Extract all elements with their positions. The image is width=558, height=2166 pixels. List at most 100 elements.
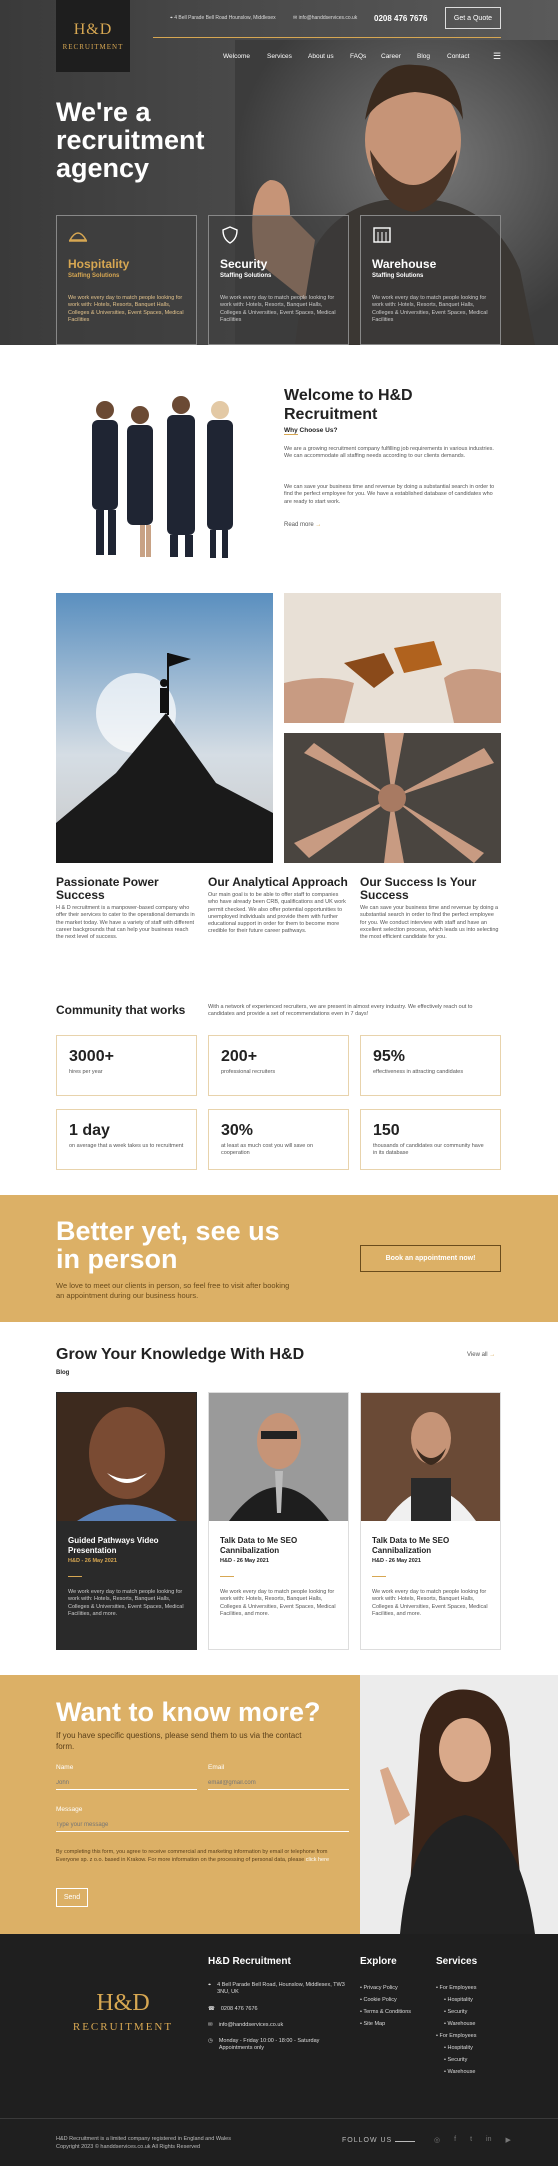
businessman-photo — [209, 1393, 348, 1521]
message-label: Message — [56, 1806, 83, 1813]
get-quote-button[interactable]: Get a Quote — [445, 7, 501, 29]
footer-link[interactable]: • For Employees — [436, 2030, 526, 2042]
cta-text: We love to meet our clients in person, s… — [56, 1281, 290, 1300]
mail-icon: ✉ — [208, 2022, 213, 2028]
footer-divider — [0, 2118, 558, 2119]
address-info: ⌖ 4 Bell Parade Bell Road Hounslow, Midd… — [170, 15, 276, 21]
footer-link[interactable]: • Warehouse — [436, 2066, 526, 2078]
email-field[interactable] — [208, 1776, 349, 1790]
feature-success: Our Success Is Your Success We can save … — [360, 876, 501, 941]
logo-subtext: RECRUITMENT — [62, 43, 124, 51]
blog-post-title: Guided Pathways Video Presentation — [68, 1536, 159, 1555]
arrow-right-icon: → — [489, 1352, 496, 1358]
follow-divider — [395, 2141, 415, 2142]
blog-post-title: Talk Data to Me SEO Cannibalization — [372, 1536, 450, 1555]
accent-line — [372, 1576, 386, 1577]
service-card-security[interactable]: Security Staffing Solutions We work ever… — [208, 215, 349, 345]
header-divider — [153, 37, 501, 38]
logo[interactable]: H&D RECRUITMENT — [56, 0, 130, 72]
nav-services[interactable]: Services — [267, 53, 292, 60]
nav-welcome[interactable]: Welcome — [223, 53, 250, 60]
smiling-woman-photo — [57, 1393, 196, 1521]
nav-blog[interactable]: Blog — [417, 53, 430, 60]
phone-icon: ☎ — [208, 2006, 215, 2012]
footer-link[interactable]: • Security — [436, 2054, 526, 2066]
welcome-paragraph-2: We can save your business time and reven… — [284, 484, 495, 505]
menu-icon[interactable]: ☰ — [493, 51, 501, 62]
youtube-icon[interactable]: ▶ — [505, 2136, 510, 2144]
send-button[interactable]: Send — [56, 1888, 88, 1907]
footer-company: H&D Recruitment — [208, 1956, 291, 1967]
facebook-icon[interactable]: f — [454, 2136, 456, 2144]
arrow-right-icon: → — [315, 522, 322, 528]
footer-link[interactable]: • For Employees — [436, 1982, 526, 1994]
footer-hours: Monday - Friday 10:00 - 18:00 - Saturday… — [218, 2038, 320, 2051]
instagram-icon[interactable]: ◎ — [434, 2136, 440, 2144]
service-card-warehouse[interactable]: Warehouse Staffing Solutions We work eve… — [360, 215, 501, 345]
blog-card[interactable]: Talk Data to Me SEO Cannibalization H&D … — [208, 1392, 349, 1650]
footer-link[interactable]: • Warehouse — [436, 2018, 526, 2030]
book-appointment-button[interactable]: Book an appointment now! — [360, 1245, 501, 1272]
name-label: Name — [56, 1764, 74, 1771]
footer-link[interactable]: • Privacy Policy — [360, 1982, 430, 1994]
follow-us-label: FOLLOW US — [342, 2137, 393, 2144]
consent-link[interactable]: click here — [306, 1857, 329, 1863]
hero-title: We're a recruitment agency — [56, 97, 205, 183]
footer-services-title: Services — [436, 1956, 478, 1967]
mountain-flag-photo — [56, 593, 273, 863]
blog-card[interactable]: Talk Data to Me SEO Cannibalization H&D … — [360, 1392, 501, 1650]
clock-icon: ◷ — [208, 2038, 213, 2044]
read-more-link[interactable]: Read more → — [284, 522, 321, 528]
stat-box: 150 thousands of candidates our community… — [360, 1109, 501, 1170]
blog-post-date: H&D - 26 May 2021 — [68, 1558, 117, 1564]
logo-text: H&D — [73, 21, 113, 38]
card-text: We work every day to match people lookin… — [220, 295, 336, 323]
footer-link[interactable]: • Security — [436, 2006, 526, 2018]
footer-link[interactable]: • Hospitality — [436, 1994, 526, 2006]
linkedin-icon[interactable]: in — [486, 2136, 491, 2144]
cta-title: Better yet, see us in person — [56, 1216, 280, 1274]
email-info[interactable]: ✉ info@handdservices.co.uk — [293, 15, 357, 21]
stat-box: 3000+ hires per year — [56, 1035, 197, 1096]
nav-faqs[interactable]: FAQs — [350, 53, 366, 60]
logo-text: H&D — [96, 1990, 150, 2016]
footer-email[interactable]: info@handdservices.co.uk — [219, 2022, 284, 2028]
cloche-icon — [68, 232, 88, 242]
logo-subtext: RECRUITMENT — [72, 2021, 174, 2033]
footer-link[interactable]: • Site Map — [360, 2018, 430, 2030]
footer-link[interactable]: • Cookie Policy — [360, 1994, 430, 2006]
team-photo — [92, 396, 233, 558]
footer-address: 4 Bell Parade Bell Road, Hounslow, Middl… — [217, 1982, 345, 1995]
card-subtitle: Staffing Solutions — [68, 273, 120, 279]
blog-post-text: We work every day to match people lookin… — [372, 1589, 488, 1618]
warehouse-icon — [373, 227, 391, 243]
accent-line — [220, 1576, 234, 1577]
nav-career[interactable]: Career — [381, 53, 401, 60]
puzzle-photo — [284, 593, 501, 723]
nav-contact[interactable]: Contact — [447, 53, 469, 60]
message-field[interactable] — [56, 1818, 349, 1832]
twitter-icon[interactable]: t — [470, 2136, 472, 2144]
header-phone[interactable]: 0208 476 7676 — [374, 14, 427, 23]
nav-about[interactable]: About us — [308, 53, 334, 60]
welcome-title: Welcome to H&D Recruitment — [284, 387, 413, 423]
blog-post-title: Talk Data to Me SEO Cannibalization — [220, 1536, 298, 1555]
blog-subtitle: Blog — [56, 1370, 70, 1376]
view-all-link[interactable]: View all → — [467, 1352, 495, 1358]
footer-logo[interactable]: H&D RECRUITMENT — [63, 1990, 183, 2033]
blog-card[interactable]: Guided Pathways Video Presentation H&D -… — [56, 1392, 197, 1650]
footer-link[interactable]: • Terms & Conditions — [360, 2006, 430, 2018]
footer-link[interactable]: • Hospitality — [436, 2042, 526, 2054]
card-text: We work every day to match people lookin… — [372, 295, 488, 323]
footer-explore-title: Explore — [360, 1956, 397, 1967]
email-label: Email — [208, 1764, 225, 1771]
blog-post-text: We work every day to match people lookin… — [220, 1589, 336, 1618]
feature-title: Our Analytical Approach — [208, 875, 348, 889]
feature-title: Passionate Power Success — [56, 875, 159, 902]
stat-box: 1 day on average that a week takes us to … — [56, 1109, 197, 1170]
name-field[interactable] — [56, 1776, 197, 1790]
blog-title: Grow Your Knowledge With H&D — [56, 1346, 305, 1363]
service-card-hospitality[interactable]: Hospitality Staffing Solutions We work e… — [56, 215, 197, 345]
footer-phone[interactable]: 0208 476 7676 — [221, 2006, 258, 2012]
footer-contact: H&D Recruitment ⌖ 4 Bell Parade Bell Road… — [208, 1956, 348, 2052]
